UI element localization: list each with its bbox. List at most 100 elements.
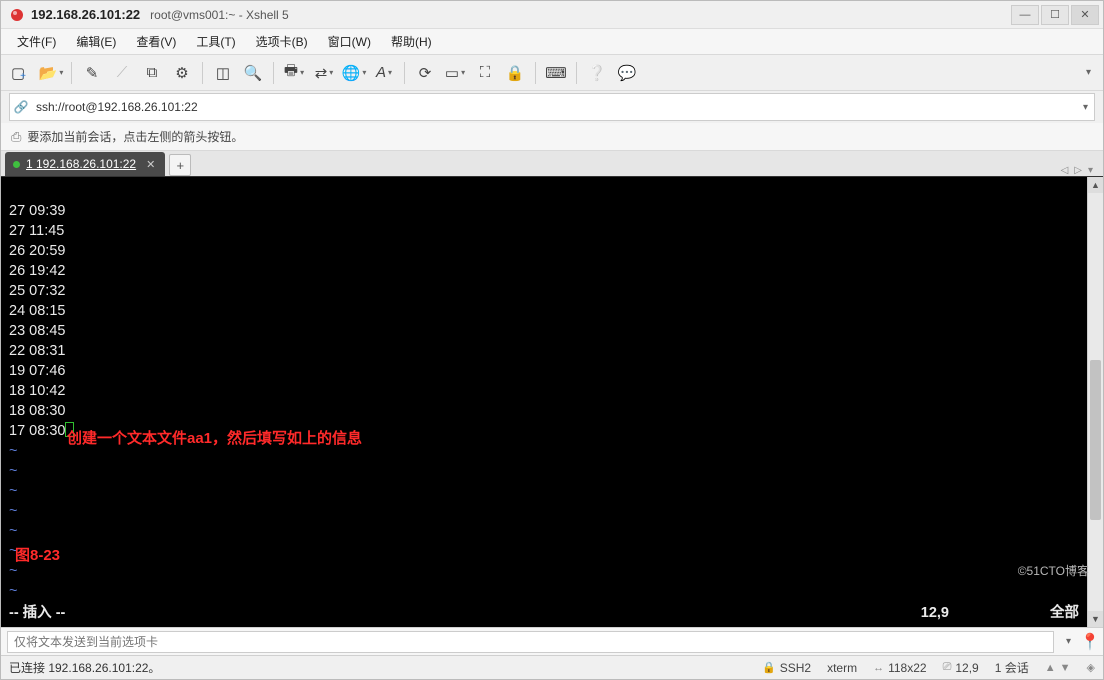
help-icon[interactable]: ❔ <box>585 61 609 85</box>
status-size: 118x22 <box>888 661 926 675</box>
fullscreen-icon[interactable]: ⛶ <box>473 61 497 85</box>
status-sessions: 1 会话 <box>995 659 1029 676</box>
transfer-icon[interactable]: ⇄ <box>312 61 336 85</box>
pos-icon: ⎚ <box>943 661 952 674</box>
menu-help[interactable]: 帮助(H) <box>383 31 440 52</box>
vim-tilde: ~ <box>9 483 17 499</box>
menu-tab[interactable]: 选项卡(B) <box>248 31 316 52</box>
toolbar-separator <box>576 62 577 84</box>
properties-icon[interactable]: ⚙ <box>170 61 194 85</box>
menu-window[interactable]: 窗口(W) <box>320 31 379 52</box>
bookmark-add-icon[interactable]: ⎙ <box>11 129 21 145</box>
chat-icon[interactable]: 💬 <box>615 61 639 85</box>
titlebar: 192.168.26.101:22 root@vms001:~ - Xshell… <box>1 1 1103 29</box>
toolbar-separator <box>404 62 405 84</box>
send-target-dropdown-icon[interactable]: ▾ <box>1060 636 1077 647</box>
vim-cursor-pos: 12,9 <box>921 604 949 623</box>
status-dot-icon <box>13 161 20 168</box>
status-protocol: SSH2 <box>780 661 811 675</box>
app-icon <box>9 7 25 23</box>
terminal-line: 18 10:42 <box>9 383 65 399</box>
vim-scope: 全部 <box>1050 604 1079 623</box>
menu-edit[interactable]: 编辑(E) <box>68 31 124 52</box>
new-tab-button[interactable]: + <box>169 154 191 176</box>
menubar: 文件(F) 编辑(E) 查看(V) 工具(T) 选项卡(B) 窗口(W) 帮助(… <box>1 29 1103 55</box>
maximize-button[interactable]: ☐ <box>1041 5 1069 25</box>
address-dropdown-icon[interactable]: ▾ <box>1077 102 1094 113</box>
vim-status-line: -- 插入 -- 12,9 全部 <box>9 604 1079 623</box>
vim-tilde: ~ <box>9 503 17 519</box>
print-icon[interactable]: 🖶 <box>282 61 306 85</box>
status-pos: 12,9 <box>955 661 978 675</box>
close-button[interactable]: ✕ <box>1071 5 1099 25</box>
terminal-line: 17 08:30 <box>9 423 74 439</box>
annotation-text: 创建一个文本文件aa1，然后填写如上的信息 <box>67 429 362 448</box>
scroll-down-icon[interactable]: ▼ <box>1088 611 1103 627</box>
copy-icon[interactable]: ⧉ <box>140 61 164 85</box>
terminal-line: 24 08:15 <box>9 303 65 319</box>
size-icon: ↔ <box>873 662 884 674</box>
toolbar-separator <box>202 62 203 84</box>
terminal-line: 22 08:31 <box>9 343 65 359</box>
terminal-line: 25 07:32 <box>9 283 65 299</box>
tab-prev-icon[interactable]: ◁ <box>1061 165 1069 176</box>
figure-label: 图8-23 <box>15 546 60 565</box>
menu-tools[interactable]: 工具(T) <box>188 31 243 52</box>
hintbar: ⎙ 要添加当前会话，点击左侧的箭头按钮。 <box>1 123 1103 151</box>
tabstrip: 1 192.168.26.101:22 ✕ + ◁ ▷ ▾ <box>1 151 1103 177</box>
address-text[interactable]: ssh://root@192.168.26.101:22 <box>32 100 1077 114</box>
down-indicator-icon: ▼ <box>1060 662 1071 674</box>
terminal-line: 26 19:42 <box>9 263 65 279</box>
lock-icon[interactable]: 🔒 <box>503 61 527 85</box>
status-term: xterm <box>827 661 857 675</box>
lock-small-icon: 🔒 <box>762 661 776 674</box>
toolbar-separator <box>535 62 536 84</box>
toolbar-separator <box>71 62 72 84</box>
new-session-icon[interactable]: ▢+ <box>9 61 33 85</box>
scroll-track[interactable] <box>1088 193 1103 611</box>
send-input[interactable] <box>7 631 1054 653</box>
app-window: 192.168.26.101:22 root@vms001:~ - Xshell… <box>0 0 1104 680</box>
refresh-icon[interactable]: ⟳ <box>413 61 437 85</box>
hint-text: 要添加当前会话，点击左侧的箭头按钮。 <box>27 128 243 145</box>
minimize-button[interactable]: — <box>1011 5 1039 25</box>
terminal-line: 27 09:39 <box>9 203 65 219</box>
tab-next-icon[interactable]: ▷ <box>1074 165 1082 176</box>
vertical-scrollbar[interactable]: ▲ ▼ <box>1087 177 1103 627</box>
window-title-host: 192.168.26.101:22 <box>31 7 140 22</box>
highlight-icon[interactable]: ✎ <box>80 61 104 85</box>
address-bar[interactable]: 🔗 ssh://root@192.168.26.101:22 ▾ <box>9 93 1095 121</box>
session-tab[interactable]: 1 192.168.26.101:22 ✕ <box>5 152 165 176</box>
link-icon: 🔗 <box>10 100 32 114</box>
terminal-line: 23 08:45 <box>9 323 65 339</box>
font-icon[interactable]: A <box>372 61 396 85</box>
toggle-panel-icon[interactable]: ◫ <box>211 61 235 85</box>
session-icon[interactable]: ▭ <box>443 61 467 85</box>
window-title-sub: root@vms001:~ - Xshell 5 <box>150 8 289 22</box>
keyboard-icon[interactable]: ⌨ <box>544 61 568 85</box>
vim-tilde: ~ <box>9 563 17 579</box>
scroll-thumb[interactable] <box>1090 360 1101 520</box>
terminal-line: 26 20:59 <box>9 243 65 259</box>
tab-menu-icon[interactable]: ▾ <box>1088 165 1093 176</box>
send-pin-icon[interactable]: 📍 <box>1077 632 1103 652</box>
search-icon[interactable]: 🔍 <box>241 61 265 85</box>
terminal[interactable]: 27 09:39 27 11:45 26 20:59 26 19:42 25 0… <box>1 177 1087 627</box>
terminal-area: 27 09:39 27 11:45 26 20:59 26 19:42 25 0… <box>1 177 1103 627</box>
tab-label: 1 192.168.26.101:22 <box>26 157 136 171</box>
vim-tilde: ~ <box>9 443 17 459</box>
scroll-up-icon[interactable]: ▲ <box>1088 177 1103 193</box>
toolbar-overflow-icon[interactable]: ▾ <box>1082 67 1095 78</box>
vim-mode: -- 插入 -- <box>9 604 65 623</box>
open-icon[interactable]: 📂 <box>39 61 63 85</box>
statusbar: 已连接 192.168.26.101:22。 🔒SSH2 xterm ↔118x… <box>1 655 1103 679</box>
globe-icon[interactable]: 🌐 <box>342 61 366 85</box>
eraser-icon[interactable]: ⟋ <box>110 61 134 85</box>
menu-view[interactable]: 查看(V) <box>128 31 184 52</box>
vim-tilde: ~ <box>9 583 17 599</box>
tab-close-icon[interactable]: ✕ <box>146 158 155 171</box>
menu-file[interactable]: 文件(F) <box>9 31 64 52</box>
terminal-line: 19 07:46 <box>9 363 65 379</box>
toolbar-separator <box>273 62 274 84</box>
terminal-line: 27 11:45 <box>9 223 64 239</box>
